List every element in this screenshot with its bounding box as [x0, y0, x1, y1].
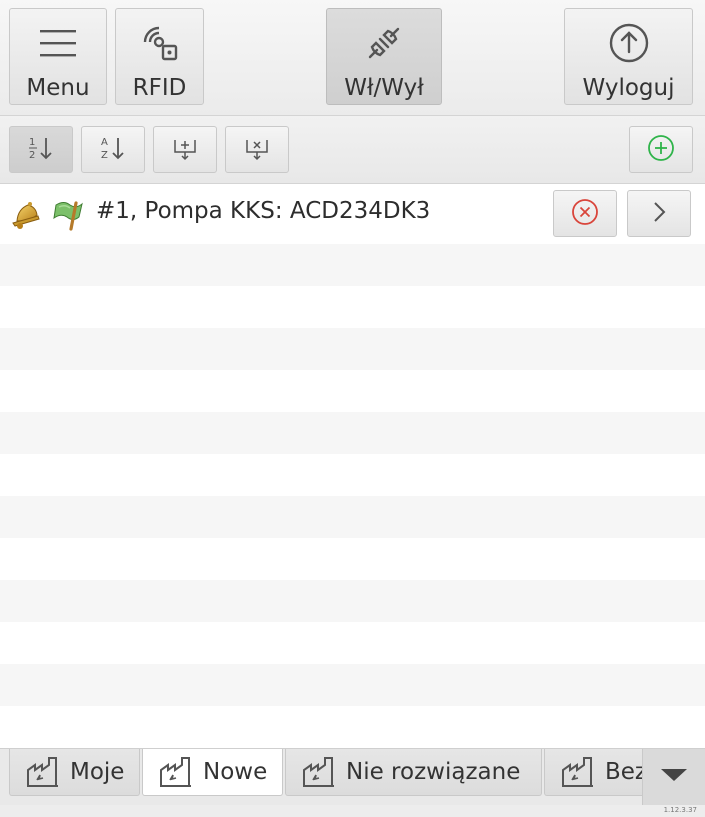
version-label: 1.12.3.37 — [663, 806, 697, 814]
onoff-button[interactable]: Wł/Wył — [326, 8, 442, 105]
list-stripe — [0, 328, 705, 370]
cancel-circle-icon — [570, 197, 600, 231]
chevron-right-icon — [649, 199, 669, 229]
logout-label: Wyloguj — [582, 75, 675, 101]
sort-alpha-icon: A Z — [98, 134, 128, 166]
list-stripe — [0, 496, 705, 538]
hamburger-icon — [36, 21, 80, 65]
list-stripe — [0, 286, 705, 328]
tab-label: Nowe — [203, 759, 268, 785]
collapse-all-button[interactable] — [225, 126, 289, 173]
factory-icon — [159, 756, 193, 788]
plug-icon — [362, 21, 406, 65]
svg-text:Z: Z — [101, 150, 108, 161]
tab-bez[interactable]: Bez — [544, 749, 654, 796]
bell-icon — [8, 197, 42, 231]
factory-icon — [561, 756, 595, 788]
list-toolbar: 1 2 A Z — [0, 116, 705, 184]
tab-nowe[interactable]: Nowe — [142, 749, 283, 796]
svg-text:1: 1 — [29, 137, 35, 148]
logout-button[interactable]: Wyloguj — [564, 8, 693, 105]
expand-all-button[interactable] — [153, 126, 217, 173]
tab-label: Nie rozwiązane — [346, 759, 521, 785]
sort-numeric-button[interactable]: 1 2 — [9, 126, 73, 173]
tab-label: Bez — [605, 759, 648, 785]
cancel-button[interactable] — [553, 190, 617, 237]
list-stripe — [0, 370, 705, 412]
sort-numeric-icon: 1 2 — [26, 134, 56, 166]
tab-nie-rozwiazane[interactable]: Nie rozwiązane — [285, 749, 542, 796]
rfid-label: RFID — [132, 75, 187, 101]
add-button[interactable] — [629, 126, 693, 173]
list-stripe — [0, 706, 705, 748]
expand-all-icon — [171, 134, 199, 166]
onoff-label: Wł/Wył — [344, 75, 424, 101]
svg-text:A: A — [101, 137, 108, 148]
list-stripe — [0, 664, 705, 706]
filter-tabs: Moje Nowe Nie rozwiązane Bez — [0, 748, 705, 805]
factory-icon — [26, 756, 60, 788]
list-stripe — [0, 412, 705, 454]
main-toolbar: Menu RFID Wł/Wył Wyloguj — [0, 0, 705, 116]
rfid-icon — [138, 21, 182, 65]
add-icon — [646, 133, 676, 167]
flag-icon — [50, 197, 84, 231]
list-stripe — [0, 244, 705, 286]
item-list: #1, Pompa KKS: ACD234DK3 — [0, 184, 705, 748]
menu-button[interactable]: Menu — [9, 8, 107, 105]
open-item-button[interactable] — [627, 190, 691, 237]
list-stripe — [0, 622, 705, 664]
factory-icon — [302, 756, 336, 788]
sort-alpha-button[interactable]: A Z — [81, 126, 145, 173]
more-tabs-button[interactable] — [642, 749, 705, 805]
list-stripe — [0, 454, 705, 496]
menu-label: Menu — [26, 75, 90, 101]
tab-label: Moje — [70, 759, 125, 785]
logout-icon — [607, 21, 651, 65]
list-stripe — [0, 538, 705, 580]
svg-text:2: 2 — [29, 150, 35, 161]
list-item-label: #1, Pompa KKS: ACD234DK3 — [96, 198, 431, 224]
collapse-all-icon — [243, 134, 271, 166]
status-footer: 1.12.3.37 — [0, 805, 705, 817]
list-item[interactable]: #1, Pompa KKS: ACD234DK3 — [0, 184, 705, 244]
caret-down-icon — [659, 767, 689, 787]
list-stripe — [0, 580, 705, 622]
rfid-button[interactable]: RFID — [115, 8, 204, 105]
tab-moje[interactable]: Moje — [9, 749, 140, 796]
